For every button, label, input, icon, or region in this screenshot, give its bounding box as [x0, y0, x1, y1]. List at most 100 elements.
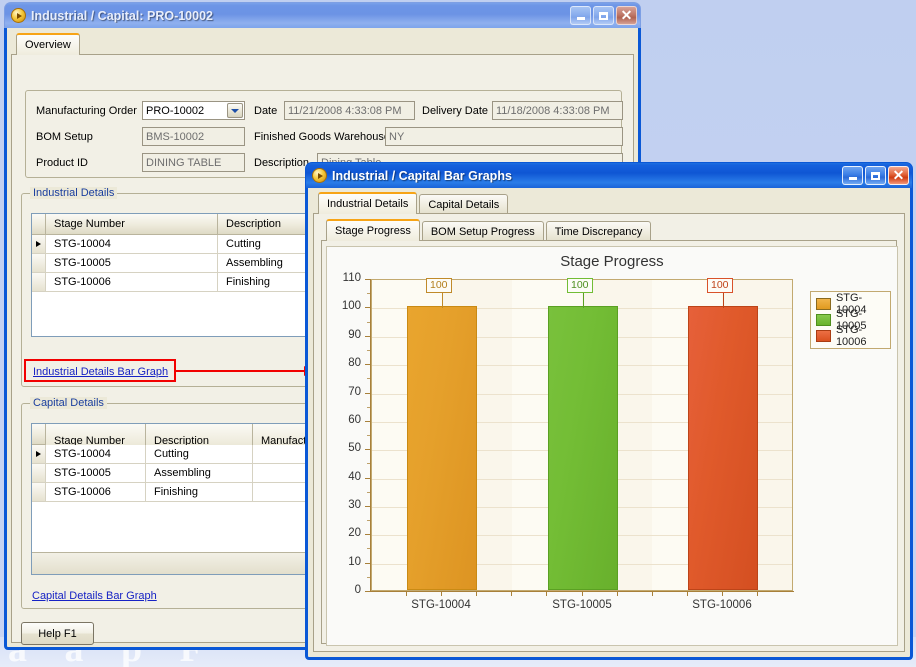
- legend-swatch-icon: [816, 298, 831, 310]
- row-indicator: [32, 235, 46, 253]
- row-indicator-header: [32, 424, 46, 444]
- row-indicator: [32, 254, 46, 272]
- value-stem: [583, 292, 584, 308]
- y-tick-label: 40: [348, 470, 361, 483]
- product-id-value: DINING TABLE: [146, 156, 222, 169]
- chart-legend: STG-10004 STG-10005 STG-10006: [810, 291, 891, 349]
- play-circle-icon: [11, 8, 26, 23]
- cell-stage-number[interactable]: STG-10005: [46, 464, 146, 482]
- maximize-icon[interactable]: [593, 6, 614, 25]
- bar-stg-10004[interactable]: [407, 306, 477, 590]
- window1-controls[interactable]: ✕: [570, 6, 637, 25]
- legend-item-stg-10006[interactable]: STG-10006: [816, 324, 885, 348]
- tab-time-discrepancy[interactable]: Time Discrepancy: [545, 221, 652, 241]
- value-stem: [723, 292, 724, 308]
- legend-label: STG-10006: [835, 324, 867, 348]
- maximize-icon[interactable]: [865, 166, 886, 185]
- tab-bom-setup-progress[interactable]: BOM Setup Progress: [421, 221, 544, 241]
- cell-stage-number[interactable]: STG-10004: [46, 445, 146, 463]
- y-tick-label: 100: [341, 300, 361, 312]
- cell-stage-number[interactable]: STG-10004: [46, 235, 218, 253]
- delivery-date-value: 11/18/2008 4:33:08 PM: [496, 104, 610, 117]
- tab-stage-progress[interactable]: Stage Progress: [326, 219, 420, 241]
- annotation-arrow: [176, 366, 313, 376]
- cell-description[interactable]: Cutting: [146, 445, 253, 463]
- bar-value-label-stg-10006: 100: [707, 278, 733, 293]
- window-bar-graphs[interactable]: Industrial / Capital Bar Graphs ✕ Indust…: [305, 162, 913, 660]
- bar-stg-10006[interactable]: [688, 306, 758, 590]
- row-indicator: [32, 273, 46, 291]
- x-tick-label-stg-10005: STG-10005: [552, 599, 612, 611]
- chart-title: Stage Progress: [560, 253, 664, 270]
- y-tick-label: 50: [348, 442, 361, 455]
- industrial-details-group-label: Industrial Details: [30, 187, 118, 199]
- delivery-date-field[interactable]: 11/18/2008 4:33:08 PM: [492, 101, 623, 120]
- window2-inner-tabstrip[interactable]: Stage Progress BOM Setup Progress Time D…: [321, 219, 653, 241]
- row-indicator: [32, 483, 46, 501]
- cell-description[interactable]: Assembling: [146, 464, 253, 482]
- cell-description[interactable]: Finishing: [146, 483, 253, 501]
- y-tick-label: 0: [354, 584, 361, 596]
- product-id-label: Product ID: [36, 157, 88, 169]
- tab-stage-progress-label: Stage Progress: [335, 225, 411, 237]
- tab-industrial-details-label: Industrial Details: [327, 198, 409, 210]
- minimize-icon[interactable]: [842, 166, 863, 185]
- y-axis-line: [370, 279, 371, 592]
- chart-plot-area: 100 100 100: [371, 278, 793, 591]
- y-tick-label: 80: [348, 357, 361, 370]
- window2-outer-tabstrip[interactable]: Industrial Details Capital Details: [313, 192, 510, 214]
- bar-value-label-stg-10005: 100: [567, 278, 593, 293]
- manufacturing-order-label: Manufacturing Order: [36, 105, 137, 117]
- cell-stage-number[interactable]: STG-10006: [46, 483, 146, 501]
- bar-stg-10005[interactable]: [548, 306, 618, 590]
- legend-swatch-icon: [816, 330, 831, 342]
- play-circle-icon: [312, 168, 327, 183]
- date-label: Date: [254, 105, 278, 117]
- chevron-down-icon[interactable]: [227, 103, 243, 118]
- bom-setup-value: BMS-10002: [146, 130, 205, 143]
- product-id-field[interactable]: DINING TABLE: [142, 153, 245, 172]
- window2-titlebar[interactable]: Industrial / Capital Bar Graphs ✕: [305, 162, 913, 188]
- manufacturing-order-combo[interactable]: PRO-10002: [142, 101, 245, 120]
- tab-bom-setup-progress-label: BOM Setup Progress: [430, 225, 535, 238]
- tab-time-discrepancy-label: Time Discrepancy: [554, 225, 643, 238]
- column-stage-number[interactable]: Stage Number: [46, 214, 218, 234]
- date-value: 11/21/2008 4:33:08 PM: [288, 104, 402, 117]
- finished-goods-warehouse-field[interactable]: NY: [385, 127, 623, 146]
- cell-stage-number[interactable]: STG-10006: [46, 273, 218, 291]
- value-stem: [442, 292, 443, 308]
- bom-setup-label: BOM Setup: [36, 131, 93, 143]
- stage-progress-chart: Stage Progress 100 100 100 110 100 90 80…: [326, 246, 898, 646]
- row-indicator-header: [32, 214, 46, 234]
- tab-overview-label: Overview: [25, 39, 71, 51]
- desktop-background: a a p F Industrial / Capital: PRO-10002 …: [0, 0, 916, 667]
- window1-tabstrip[interactable]: Overview: [11, 33, 82, 55]
- legend-swatch-icon: [816, 314, 831, 326]
- delivery-date-label: Delivery Date: [422, 105, 489, 117]
- y-tick-label: 20: [348, 527, 361, 540]
- y-tick-label: 70: [348, 385, 361, 398]
- tab-capital-details[interactable]: Capital Details: [419, 194, 509, 214]
- window1-titlebar[interactable]: Industrial / Capital: PRO-10002 ✕: [4, 2, 641, 28]
- close-icon[interactable]: ✕: [616, 6, 637, 25]
- row-indicator: [32, 464, 46, 482]
- capital-details-bar-graph-link[interactable]: Capital Details Bar Graph: [32, 590, 157, 602]
- description-label: Description: [254, 157, 310, 169]
- minimize-icon[interactable]: [570, 6, 591, 25]
- date-field[interactable]: 11/21/2008 4:33:08 PM: [284, 101, 415, 120]
- y-tick-label: 90: [348, 328, 361, 341]
- close-icon[interactable]: ✕: [888, 166, 909, 185]
- help-button[interactable]: Help F1: [21, 622, 94, 645]
- row-indicator: [32, 445, 46, 463]
- x-tick-label-stg-10006: STG-10006: [692, 599, 752, 611]
- tab-industrial-details[interactable]: Industrial Details: [318, 192, 418, 214]
- tab-overview[interactable]: Overview: [16, 33, 80, 55]
- capital-details-group-label: Capital Details: [30, 397, 107, 409]
- manufacturing-order-value: PRO-10002: [146, 104, 205, 117]
- bom-setup-field[interactable]: BMS-10002: [142, 127, 245, 146]
- annotation-highlight-box: [24, 359, 176, 382]
- bar-value-label-stg-10004: 100: [426, 278, 452, 293]
- y-tick-label: 110: [342, 272, 361, 284]
- cell-stage-number[interactable]: STG-10005: [46, 254, 218, 272]
- window2-controls[interactable]: ✕: [842, 166, 909, 185]
